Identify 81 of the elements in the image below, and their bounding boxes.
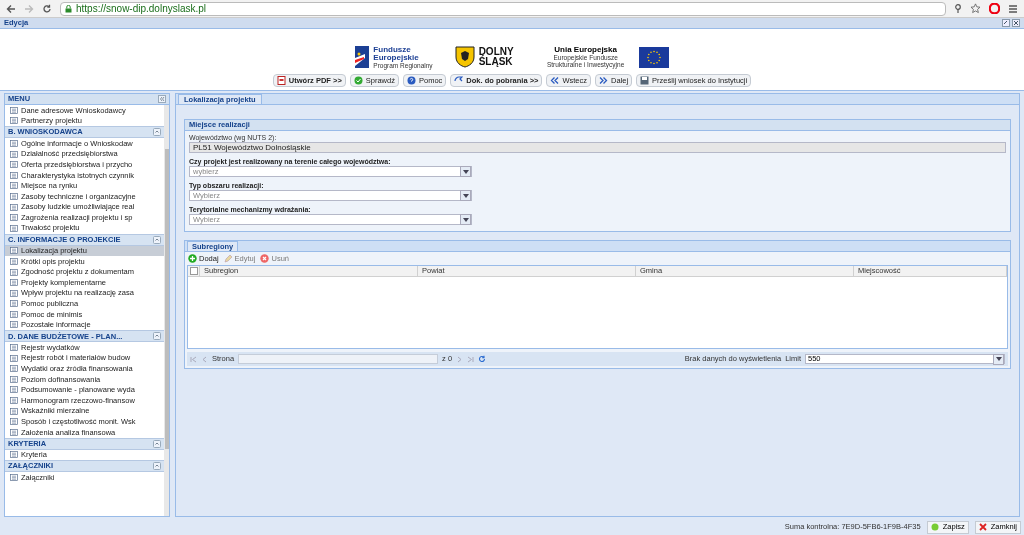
list-icon xyxy=(10,418,18,426)
double-chevron-right-icon xyxy=(599,76,608,85)
close-icon xyxy=(978,523,987,531)
delete-icon xyxy=(260,254,270,263)
list-icon xyxy=(10,171,18,179)
scrollbar[interactable] xyxy=(164,105,169,516)
readonly-field: PL51 Województwo Dolnośląskie xyxy=(189,142,1006,153)
list-icon xyxy=(10,321,18,329)
dropdown-button[interactable] xyxy=(460,166,471,177)
list-icon xyxy=(10,106,18,114)
double-chevron-left-icon xyxy=(550,76,560,85)
collapse-icon[interactable] xyxy=(153,235,161,244)
list-icon xyxy=(10,117,18,125)
last-page-icon[interactable] xyxy=(467,355,475,363)
list-icon xyxy=(10,247,18,255)
list-icon xyxy=(10,257,18,265)
list-icon xyxy=(10,182,18,190)
pencil-icon xyxy=(223,254,233,263)
eu-flag-icon xyxy=(638,46,669,68)
list-icon xyxy=(10,140,18,147)
list-icon xyxy=(10,375,18,383)
list-icon xyxy=(10,214,18,222)
checkbox[interactable] xyxy=(189,267,198,275)
list-icon xyxy=(10,386,18,394)
flag-logo-icon xyxy=(355,46,370,69)
list-icon xyxy=(10,279,18,287)
floppy-icon xyxy=(640,76,650,85)
next-page-icon[interactable] xyxy=(456,355,464,363)
reload-icon[interactable] xyxy=(42,3,52,14)
list-icon xyxy=(10,428,18,436)
list-icon xyxy=(10,344,18,352)
address-bar[interactable]: https://snow-dip.dolnyslask.pl xyxy=(60,1,946,16)
list-icon xyxy=(10,397,18,405)
forward-icon[interactable] xyxy=(24,3,34,14)
document-icon xyxy=(276,76,286,85)
list-icon xyxy=(10,451,18,459)
caret-icon xyxy=(462,217,469,222)
caret-icon xyxy=(995,357,1002,361)
list-icon xyxy=(10,289,18,297)
list-icon xyxy=(10,150,18,158)
first-page-icon[interactable] xyxy=(190,355,197,363)
list-icon xyxy=(10,310,18,318)
lock-icon xyxy=(65,4,72,13)
collapse-icon[interactable] xyxy=(153,462,161,471)
refresh-icon[interactable] xyxy=(478,355,487,363)
dropdown-button[interactable] xyxy=(460,190,471,201)
restore-icon[interactable] xyxy=(1002,19,1010,27)
help-icon xyxy=(406,76,416,85)
list-icon xyxy=(10,407,18,415)
collapse-icon[interactable] xyxy=(153,439,161,448)
key-icon[interactable] xyxy=(954,3,962,14)
opera-icon[interactable] xyxy=(989,3,1000,14)
list-icon xyxy=(10,192,18,200)
list-icon xyxy=(10,365,18,373)
caret-icon xyxy=(462,169,469,174)
circle-icon xyxy=(930,523,939,531)
logo-title: DOLNY ŚLĄSK xyxy=(478,47,515,68)
dropdown-button[interactable] xyxy=(993,353,1004,365)
shield-icon xyxy=(454,46,475,69)
collapse-icon[interactable] xyxy=(153,128,161,137)
list-icon xyxy=(10,474,18,481)
back-icon[interactable] xyxy=(6,3,16,14)
logo-title: Unia Europejska xyxy=(554,46,617,55)
menu-icon[interactable] xyxy=(1008,3,1018,14)
plus-icon xyxy=(188,254,197,263)
previous-page-icon[interactable] xyxy=(201,355,208,363)
collapse-icon[interactable] xyxy=(153,332,161,341)
page-input[interactable] xyxy=(238,354,439,364)
dropdown-button[interactable] xyxy=(460,214,471,225)
caret-icon xyxy=(462,193,469,198)
list-icon xyxy=(10,300,18,308)
list-icon xyxy=(10,203,18,211)
list-icon xyxy=(10,268,18,276)
collapse-sidebar-icon[interactable] xyxy=(158,95,166,103)
list-icon xyxy=(10,354,18,362)
list-icon xyxy=(10,224,18,232)
logo-title: Fundusze Europejskie xyxy=(373,45,419,62)
list-icon xyxy=(10,161,18,169)
close-icon[interactable] xyxy=(1012,19,1020,27)
check-icon xyxy=(353,76,363,85)
star-icon[interactable] xyxy=(970,3,981,14)
